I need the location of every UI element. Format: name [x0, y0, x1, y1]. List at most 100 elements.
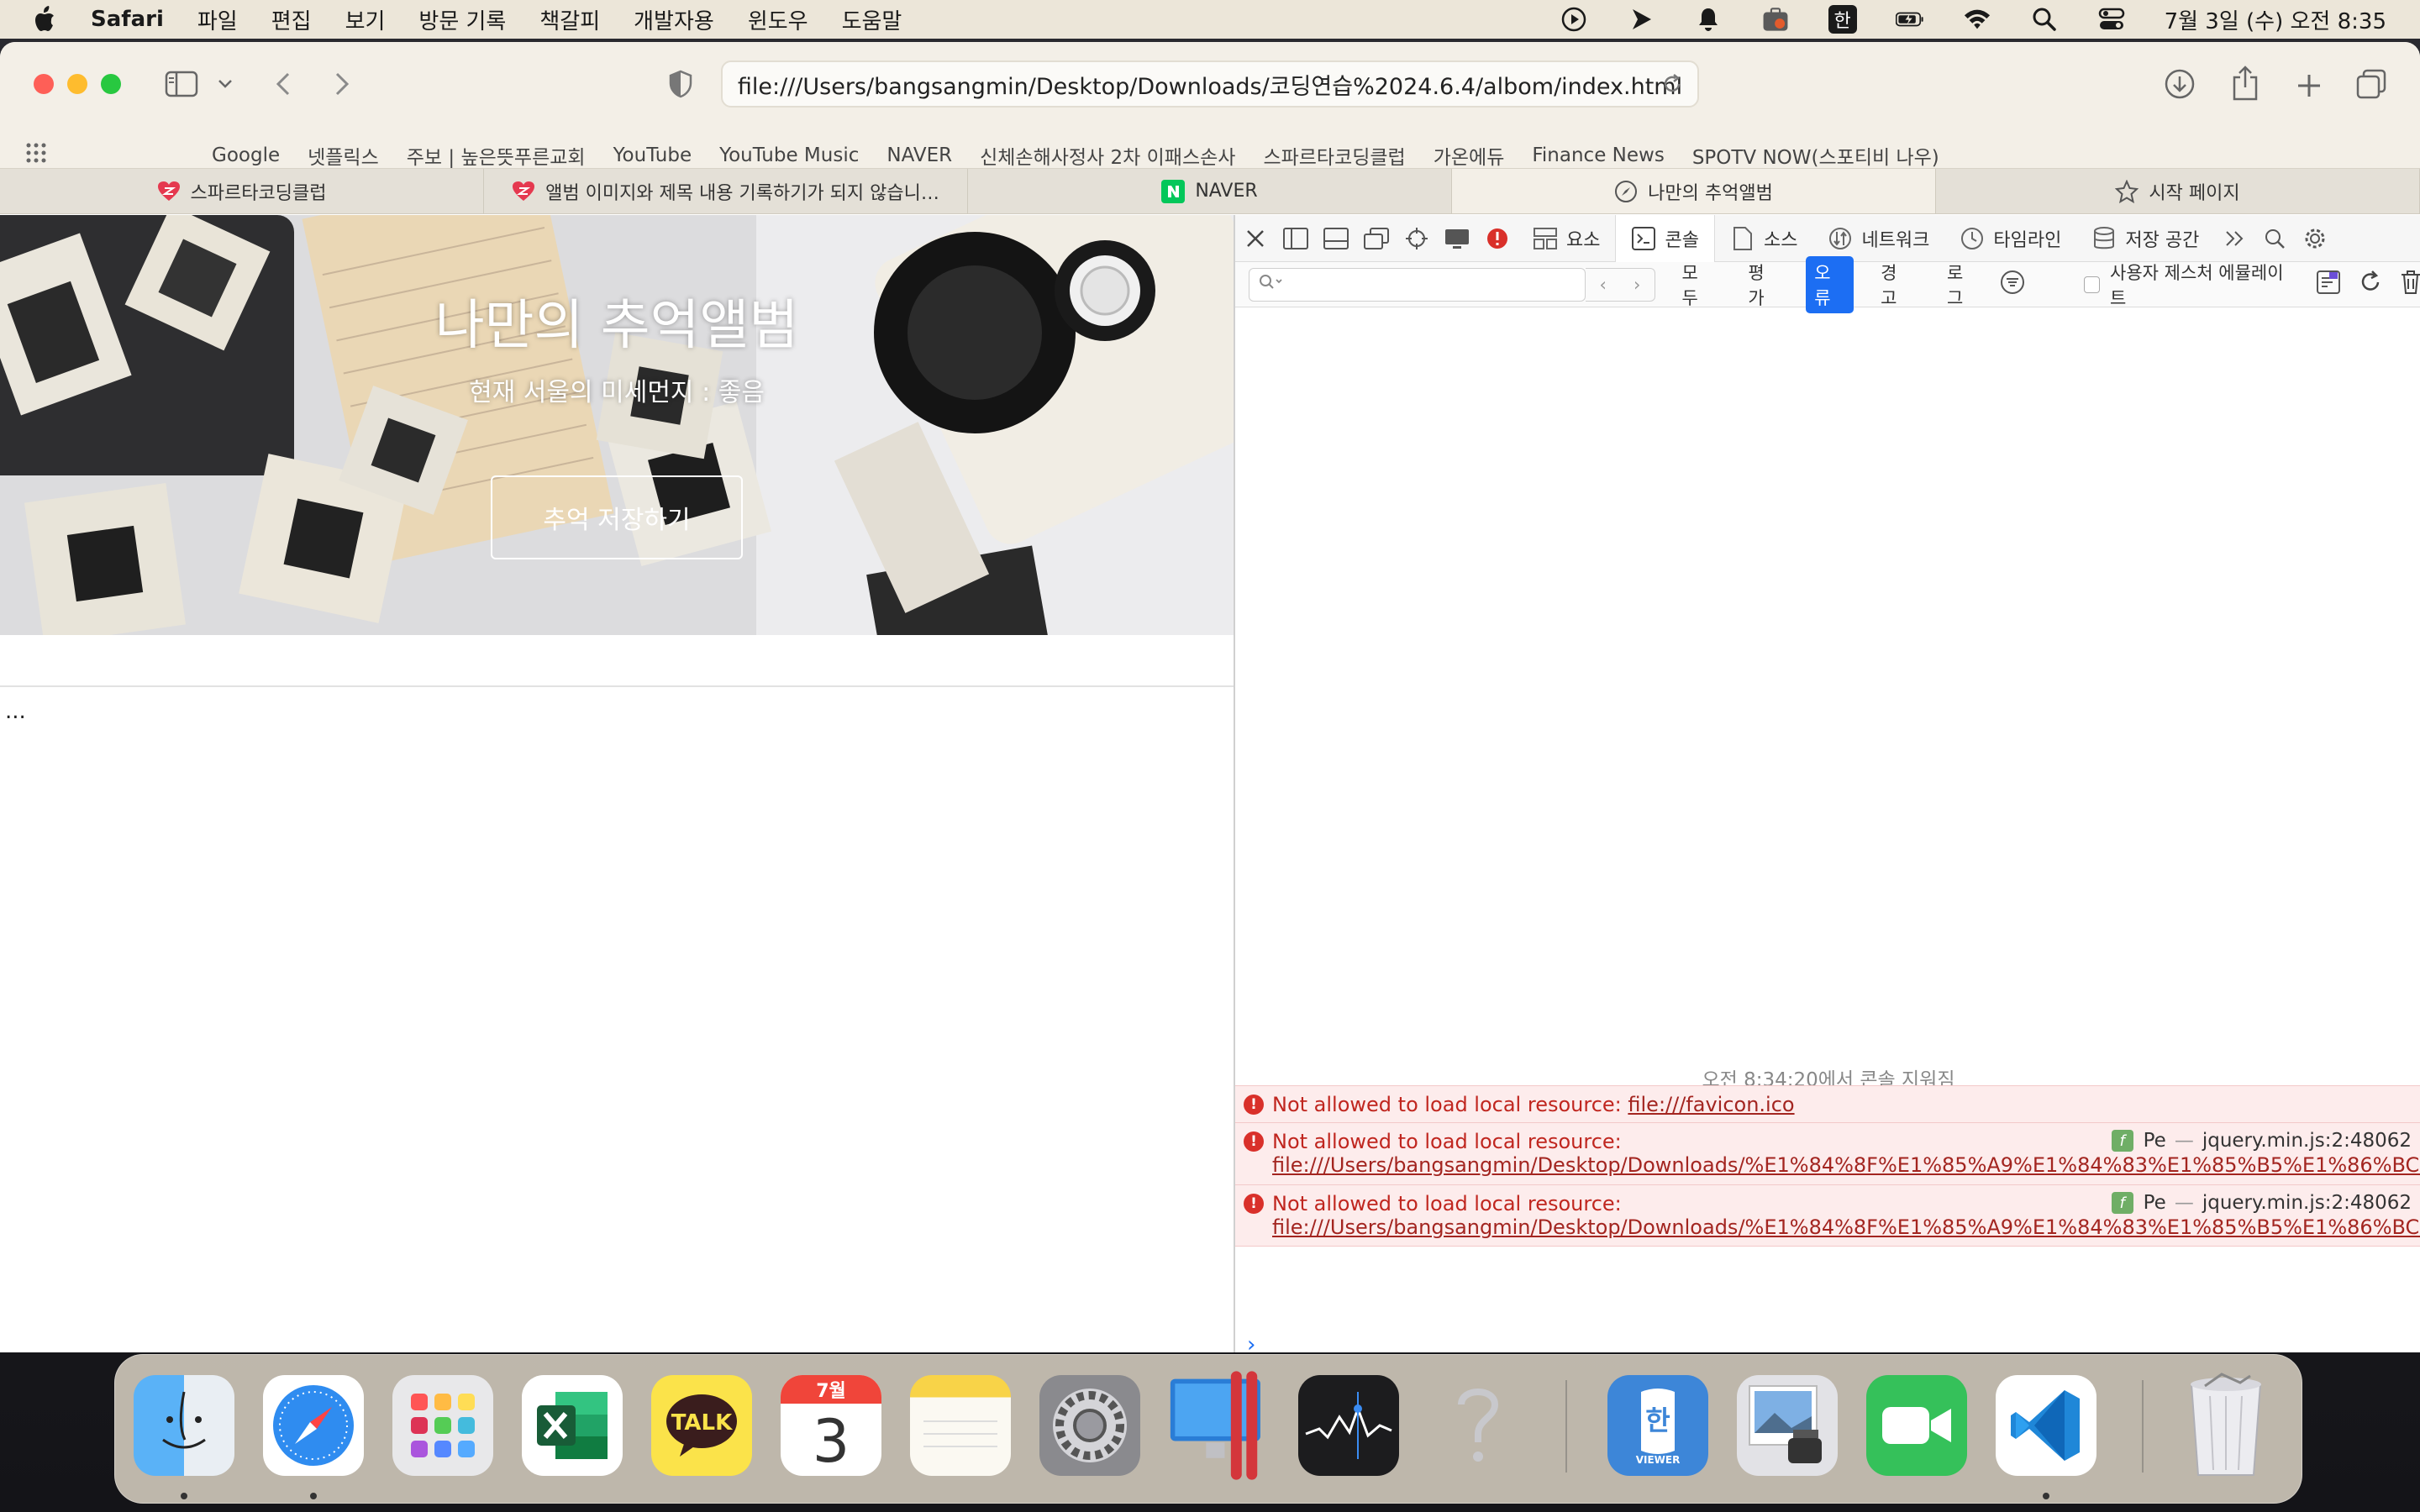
search-icon[interactable]	[2254, 215, 2295, 262]
wifi-icon[interactable]	[1963, 5, 1991, 34]
gear-icon[interactable]	[2295, 215, 2335, 262]
tab-album-question[interactable]: 앨범 이미지와 제목 내용 기록하기가 되지 않습니…	[484, 169, 968, 213]
unknown-app-icon[interactable]	[1428, 1375, 1528, 1476]
forward-icon[interactable]	[328, 67, 356, 101]
input-source-icon[interactable]: 한	[1828, 5, 1857, 34]
notes-icon[interactable]	[910, 1375, 1011, 1476]
level-errors[interactable]: 오류	[1806, 255, 1854, 313]
maximize-window-button[interactable]	[101, 74, 121, 94]
tab-console[interactable]: 콘솔	[1615, 214, 1715, 262]
favorite-item[interactable]: 가온에듀	[1434, 141, 1505, 170]
close-window-button[interactable]	[34, 74, 54, 94]
more-tabs-icon[interactable]	[2214, 215, 2254, 262]
console-error-row[interactable]: ! Not allowed to load local resource: fi…	[1235, 1085, 2420, 1122]
privacy-shield-icon[interactable]	[664, 67, 697, 101]
favorite-item[interactable]: YouTube Music	[719, 144, 859, 166]
error-source[interactable]: f Pe — jquery.min.js:2:48062	[2111, 1192, 2412, 1214]
streaming-app-icon[interactable]	[1627, 5, 1655, 34]
tab-network[interactable]: 네트워크	[1812, 215, 1944, 262]
app-name[interactable]: Safari	[91, 7, 164, 32]
clock[interactable]: 7월 3일 (수) 오전 8:35	[2165, 4, 2386, 35]
chevron-down-icon[interactable]	[215, 72, 235, 96]
battery-icon[interactable]	[1895, 5, 1924, 34]
grid-icon[interactable]	[25, 142, 47, 169]
favorite-item[interactable]: 스파르타코딩클럽	[1263, 141, 1405, 170]
sidebar-toggle-icon[interactable]	[163, 67, 200, 101]
favorite-item[interactable]: Finance News	[1532, 144, 1664, 166]
save-memory-button[interactable]: 추억 저장하기	[491, 475, 743, 559]
control-center-icon[interactable]	[2097, 5, 2126, 34]
previous-match-icon[interactable]: ‹	[1586, 269, 1620, 301]
menu-window[interactable]: 윈도우	[748, 4, 808, 35]
share-icon[interactable]	[2227, 64, 2264, 102]
error-link[interactable]: file:///Users/bangsangmin/Desktop/Downlo…	[1272, 1215, 2420, 1239]
favorite-item[interactable]: Google	[212, 144, 280, 166]
tab-storage[interactable]: 저장 공간	[2076, 215, 2214, 262]
play-circle-icon[interactable]	[1560, 5, 1588, 34]
close-inspector-icon[interactable]	[1235, 215, 1276, 262]
checkbox[interactable]	[2083, 276, 2101, 293]
error-link[interactable]: file:///favicon.ico	[1628, 1093, 1794, 1116]
console-error-row[interactable]: ! Not allowed to load local resource: fi…	[1235, 1184, 2420, 1247]
trash-icon[interactable]	[2400, 270, 2420, 299]
level-logs[interactable]: 로그	[1939, 256, 1986, 313]
menu-help[interactable]: 도움말	[842, 4, 902, 35]
favorite-item[interactable]: NAVER	[886, 144, 952, 166]
url-text[interactable]: file:///Users/bangsangmin/Desktop/Downlo…	[738, 68, 1682, 101]
reload-icon[interactable]	[1660, 72, 1684, 102]
trash-icon[interactable]	[2175, 1373, 2276, 1476]
back-icon[interactable]	[269, 67, 297, 101]
tab-start-page[interactable]: 시작 페이지	[1936, 169, 2420, 213]
console-prompt-icon[interactable]: ›	[1247, 1332, 1255, 1352]
tab-timelines[interactable]: 타임라인	[1944, 215, 2076, 262]
system-settings-icon[interactable]	[1039, 1375, 1140, 1476]
menu-file[interactable]: 파일	[197, 4, 238, 35]
spotlight-search-icon[interactable]	[2030, 5, 2059, 34]
hangul-viewer-icon[interactable]: 한 VIEWER	[1607, 1375, 1708, 1476]
element-picker-icon[interactable]	[1397, 215, 1437, 262]
safari-icon[interactable]	[263, 1375, 364, 1476]
source-location[interactable]: jquery.min.js:2:48062	[2202, 1130, 2412, 1152]
preview-icon[interactable]	[1737, 1375, 1838, 1476]
menu-view[interactable]: 보기	[345, 4, 386, 35]
next-match-icon[interactable]: ›	[1620, 269, 1655, 301]
kakaotalk-icon[interactable]: TALK	[651, 1375, 752, 1476]
device-settings-icon[interactable]	[1437, 215, 1477, 262]
detach-window-icon[interactable]	[1356, 215, 1397, 262]
downloads-icon[interactable]	[2161, 66, 2198, 102]
level-all[interactable]: 모두	[1674, 256, 1722, 313]
tab-sparta[interactable]: 스파르타코딩클럽	[0, 169, 484, 213]
level-evaluations[interactable]: 평가	[1739, 256, 1787, 313]
parallels-icon[interactable]	[1169, 1371, 1270, 1480]
menu-develop[interactable]: 개발자용	[634, 4, 714, 35]
filter-options-icon[interactable]	[2000, 270, 2025, 299]
tab-sources[interactable]: 소스	[1715, 215, 1812, 262]
filter-text-field[interactable]	[1285, 275, 1586, 294]
excel-icon[interactable]	[522, 1375, 623, 1476]
address-bar[interactable]: file:///Users/bangsangmin/Desktop/Downlo…	[721, 60, 1699, 108]
favorite-item[interactable]: YouTube	[613, 144, 692, 166]
console-error-row[interactable]: ! Not allowed to load local resource: fi…	[1235, 1122, 2420, 1184]
tab-elements[interactable]: 요소	[1518, 215, 1615, 262]
favorite-item[interactable]: SPOTV NOW(스포티비 나우)	[1692, 141, 1939, 170]
preserve-log-icon[interactable]	[2358, 270, 2383, 299]
emulate-user-gesture-checkbox[interactable]: 사용자 제스처 에뮬레이트	[2083, 260, 2291, 310]
menu-history[interactable]: 방문 기록	[418, 4, 506, 35]
level-warnings[interactable]: 경고	[1872, 256, 1920, 313]
minimize-window-button[interactable]	[67, 74, 87, 94]
new-tab-icon[interactable]	[2291, 67, 2328, 104]
launchpad-icon[interactable]	[392, 1375, 493, 1476]
console-filter-input[interactable]	[1249, 267, 1586, 302]
dock-bottom-icon[interactable]	[1316, 215, 1356, 262]
tab-memory-album[interactable]: 나만의 추억앨범	[1452, 169, 1936, 213]
favorite-item[interactable]: 넷플릭스	[308, 141, 379, 170]
bell-icon[interactable]	[1694, 5, 1723, 34]
briefcase-icon[interactable]	[1761, 5, 1790, 34]
facetime-icon[interactable]	[1866, 1375, 1967, 1476]
apple-icon[interactable]	[29, 3, 62, 36]
vscode-icon[interactable]	[1996, 1375, 2096, 1476]
source-location[interactable]: jquery.min.js:2:48062	[2202, 1192, 2412, 1214]
tab-naver[interactable]: NAVER	[968, 169, 1452, 213]
source-map-icon[interactable]	[2316, 270, 2341, 299]
error-source[interactable]: f Pe — jquery.min.js:2:48062	[2111, 1130, 2412, 1152]
